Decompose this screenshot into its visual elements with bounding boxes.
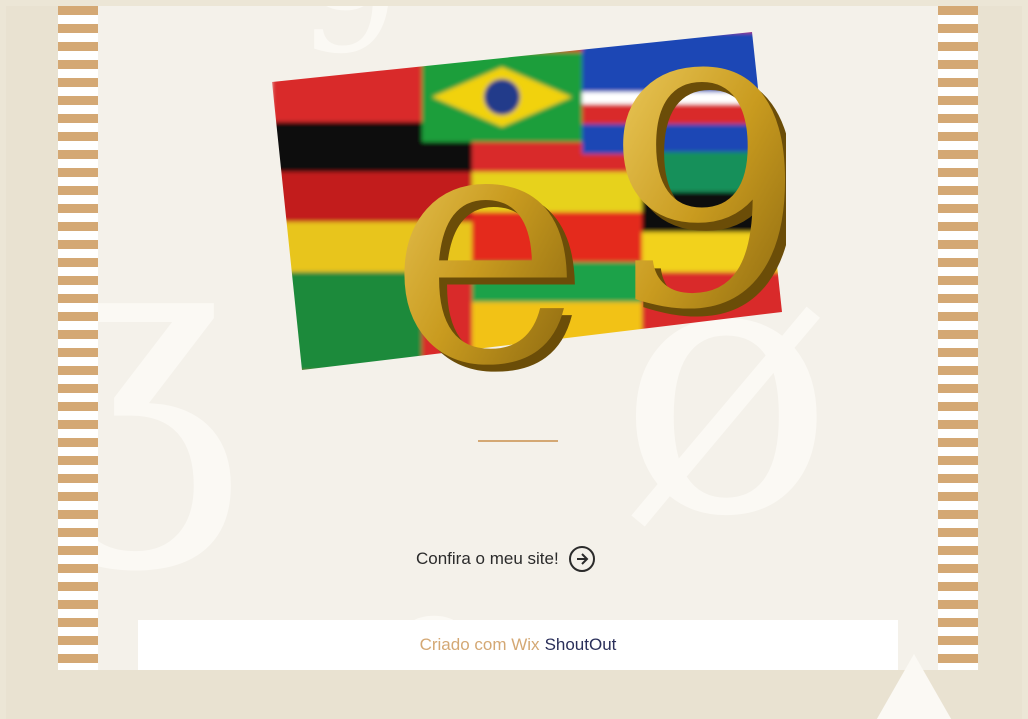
wix-footer-bar[interactable]: Criado com Wix ShoutOut	[138, 620, 898, 670]
page: ʒ ø 9 ə	[6, 6, 1022, 719]
visit-site-link[interactable]: Confira o meu site!	[416, 543, 595, 575]
right-stripe-border	[938, 6, 978, 670]
shoutout-brand-link[interactable]: ShoutOut	[545, 635, 617, 655]
bg-glyph-left: ʒ	[98, 156, 242, 575]
arrow-right-circle-icon[interactable]	[568, 546, 595, 572]
content-panel: ʒ ø 9 ə	[98, 6, 938, 670]
accent-divider	[478, 440, 558, 442]
bottom-band	[6, 670, 1022, 719]
logo: e e 9 9	[266, 8, 815, 445]
visit-site-label: Confira o meu site!	[416, 549, 559, 568]
e9-logo-with-flags-icon: e e 9 9	[272, 8, 815, 445]
left-stripe-border	[58, 6, 98, 670]
created-with-label: Criado com Wix	[419, 635, 540, 654]
svg-text:9: 9	[603, 12, 786, 380]
svg-text:e: e	[388, 54, 583, 382]
